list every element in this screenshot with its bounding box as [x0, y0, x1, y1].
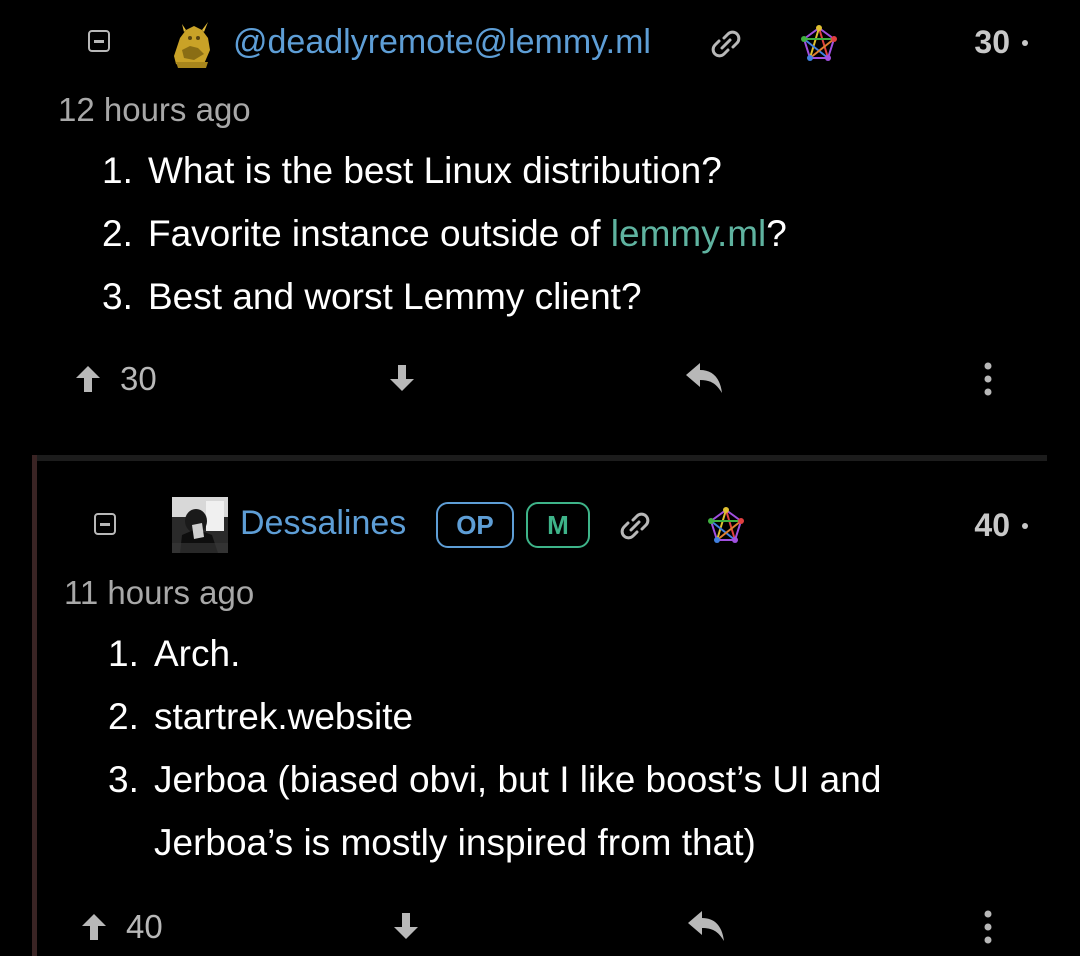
reply-button[interactable]	[684, 361, 724, 395]
downvote-button[interactable]	[388, 363, 416, 393]
list-text: What is the best Linux distribution?	[148, 150, 722, 191]
more-options-button[interactable]	[982, 361, 994, 397]
list-text: Best and worst Lemmy client?	[148, 276, 642, 317]
list-text: ?	[766, 213, 787, 254]
link-icon[interactable]	[615, 506, 655, 546]
list-text: Favorite instance outside of	[148, 213, 611, 254]
comment-body-list: 1. Arch. 2. startrek.website 3. Jerboa (…	[108, 622, 1008, 874]
photo-avatar-icon[interactable]	[172, 497, 228, 553]
separator-dot	[1022, 523, 1028, 529]
list-item: 2. startrek.website	[108, 685, 1008, 748]
list-number: 1.	[102, 150, 133, 191]
comment-actions: 40	[0, 901, 1080, 951]
reply-button[interactable]	[686, 909, 726, 943]
list-item: 1. What is the best Linux distribution?	[102, 139, 1022, 202]
list-number: 2.	[108, 696, 139, 737]
upvote-button[interactable]: 30	[74, 359, 157, 399]
separator-dot	[1022, 40, 1028, 46]
collapse-minus-icon[interactable]	[88, 30, 110, 52]
moderator-badge: M	[526, 502, 590, 548]
instance-link[interactable]: lemmy.ml	[611, 213, 767, 254]
more-vertical-icon	[984, 910, 992, 944]
reply-icon	[688, 911, 724, 941]
list-number: 3.	[102, 276, 133, 317]
collapse-minus-icon[interactable]	[94, 513, 116, 535]
list-text: Jerboa (biased obvi, but I like boost’s …	[154, 759, 882, 863]
list-item: 1. Arch.	[108, 622, 1008, 685]
list-item: 3. Best and worst Lemmy client?	[102, 265, 1022, 328]
list-text: Arch.	[154, 633, 241, 674]
comment-timestamp: 11 hours ago	[64, 574, 255, 611]
arrow-down-icon	[390, 365, 414, 391]
op-badge: OP	[436, 502, 514, 548]
upvote-button[interactable]: 40	[80, 907, 163, 947]
upvote-count: 40	[126, 908, 163, 945]
comment-score: 40	[974, 507, 1010, 543]
reply-icon	[686, 363, 722, 393]
comment-header: Dessalines OP M 40	[0, 493, 1080, 563]
comment-score: 30	[974, 24, 1010, 60]
link-icon[interactable]	[706, 24, 746, 64]
more-options-button[interactable]	[982, 909, 994, 945]
list-item: 2. Favorite instance outside of lemmy.ml…	[102, 202, 1022, 265]
arrow-up-icon	[82, 914, 106, 940]
comment-actions: 30	[0, 355, 1080, 405]
arrow-up-icon	[76, 366, 100, 392]
list-number: 3.	[108, 759, 139, 800]
list-number: 2.	[102, 213, 133, 254]
comment-body-list: 1. What is the best Linux distribution? …	[102, 139, 1022, 328]
username-link[interactable]: @deadlyremote@lemmy.ml	[233, 22, 651, 62]
comment-timestamp: 12 hours ago	[58, 91, 251, 128]
more-vertical-icon	[984, 362, 992, 396]
comment-header: @deadlyremote@lemmy.ml 30	[0, 10, 1080, 80]
downvote-button[interactable]	[392, 911, 420, 941]
arrow-down-icon	[394, 913, 418, 939]
list-text: startrek.website	[154, 696, 414, 737]
upvote-count: 30	[120, 360, 157, 397]
list-number: 1.	[108, 633, 139, 674]
comment: @deadlyremote@lemmy.ml 30 12 hours ago 1…	[0, 0, 1080, 450]
fediverse-icon[interactable]	[706, 506, 746, 546]
list-item: 3. Jerboa (biased obvi, but I like boost…	[108, 748, 1008, 874]
username-link[interactable]: Dessalines	[240, 503, 406, 543]
fediverse-icon[interactable]	[799, 24, 839, 64]
golden-statue-avatar-icon[interactable]	[164, 16, 218, 70]
thread-divider	[37, 455, 1047, 461]
comment-reply: Dessalines OP M 40 11 hours ago 1. Arch.…	[0, 455, 1080, 956]
